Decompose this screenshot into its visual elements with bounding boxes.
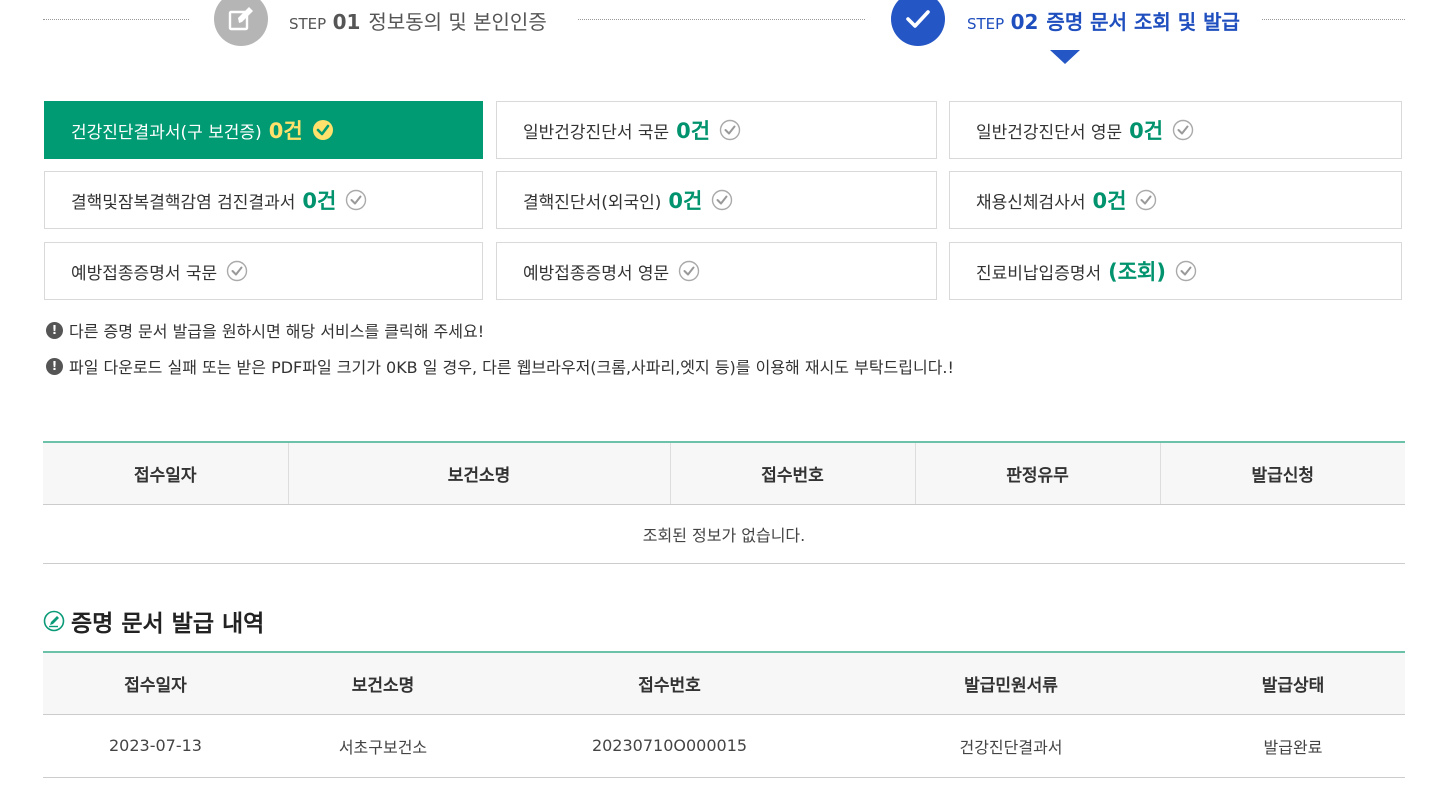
doc-name: 채용신체검사서 (976, 192, 1086, 213)
doc-name: 건강진단결과서(구 보건증) (71, 122, 262, 143)
doc-general-health-kr[interactable]: 일반건강진단서 국문 0건 (496, 101, 937, 159)
step-divider (1262, 19, 1405, 20)
doc-count: 0건 (268, 119, 303, 143)
exclamation-icon: ! (46, 321, 63, 339)
doc-employment-physical[interactable]: 채용신체검사서 0건 (949, 171, 1402, 229)
col-header: 접수번호 (669, 442, 915, 505)
exclamation-icon: ! (46, 357, 63, 375)
check-circle-icon (712, 189, 733, 211)
col-header: 보건소명 (287, 442, 670, 505)
check-circle-icon (1136, 189, 1157, 211)
table-header-row: 접수일자 보건소명 접수번호 발급민원서류 발급상태 (43, 652, 1405, 715)
doc-count: (조회) (1108, 260, 1166, 284)
step-divider (43, 19, 189, 20)
col-header: 판정유무 (914, 442, 1160, 505)
doc-name: 일반건강진단서 국문 (523, 122, 670, 143)
check-circle-icon (719, 119, 741, 141)
col-header: 발급민원서류 (841, 652, 1181, 715)
receipt-number: 20230710O000015 (498, 714, 841, 778)
col-header: 접수일자 (43, 652, 268, 715)
check-circle-icon (346, 189, 367, 211)
check-circle-icon (312, 120, 333, 140)
issue-status: 발급완료 (1181, 714, 1405, 778)
pencil-circle-icon (43, 610, 65, 632)
check-circle-icon (226, 260, 248, 282)
check-icon (891, 0, 945, 46)
doc-count: 0건 (1129, 119, 1164, 143)
document-type: 건강진단결과서 (841, 714, 1181, 778)
col-header: 접수번호 (498, 652, 841, 715)
doc-count: 0건 (1092, 189, 1127, 213)
doc-name: 예방접종증명서 영문 (523, 263, 670, 284)
col-header: 발급상태 (1181, 652, 1405, 715)
col-header: 보건소명 (268, 652, 498, 715)
empty-message: 조회된 정보가 없습니다. (43, 504, 1405, 564)
col-header: 접수일자 (43, 442, 288, 505)
table-header-row: 접수일자 보건소명 접수번호 판정유무 발급신청 (43, 442, 1405, 505)
step-divider (578, 19, 865, 20)
doc-name: 진료비납입증명서 (976, 263, 1102, 284)
notice-click-service: ! 다른 증명 문서 발급을 원하시면 해당 서비스를 클릭해 주세요! (46, 318, 484, 342)
doc-count: 0건 (668, 189, 703, 213)
doc-general-health-en[interactable]: 일반건강진단서 영문 0건 (949, 101, 1402, 159)
doc-name: 일반건강진단서 영문 (976, 122, 1123, 143)
check-circle-icon (1175, 260, 1197, 282)
health-center: 서초구보건소 (268, 714, 498, 778)
doc-count: 0건 (676, 119, 711, 143)
col-header: 발급신청 (1159, 442, 1405, 505)
doc-medical-payment[interactable]: 진료비납입증명서 (조회) (949, 242, 1402, 300)
history-table: 접수일자 보건소명 접수번호 발급민원서류 발급상태 2023-07-13 서초… (43, 651, 1405, 778)
doc-vaccination-en[interactable]: 예방접종증명서 영문 (496, 242, 937, 300)
step-indicator: STEP 01 정보동의 및 본인인증 STEP 02 증명 문서 조회 및 발급 (0, 0, 1430, 70)
doc-name: 결핵진단서(외국인) (523, 192, 662, 213)
check-circle-icon (678, 260, 700, 282)
step1-label: STEP 01 정보동의 및 본인인증 (289, 10, 547, 34)
receipt-date: 2023-07-13 (43, 714, 268, 778)
current-step-caret (1050, 50, 1080, 64)
check-circle-icon (1172, 119, 1194, 141)
notice-download-failure: ! 파일 다운로드 실패 또는 받은 PDF파일 크기가 0KB 일 경우, 다… (46, 354, 954, 378)
doc-name: 결핵및잠복결핵감염 검진결과서 (71, 192, 296, 213)
step2-label: STEP 02 증명 문서 조회 및 발급 (967, 10, 1240, 34)
edit-icon (214, 0, 268, 46)
doc-tuberculosis-screening[interactable]: 결핵및잠복결핵감염 검진결과서 0건 (44, 171, 483, 229)
doc-tuberculosis-foreigner[interactable]: 결핵진단서(외국인) 0건 (496, 171, 937, 229)
doc-name: 예방접종증명서 국문 (71, 263, 218, 284)
section-title: 증명 문서 발급 내역 (43, 604, 264, 638)
table-row: 조회된 정보가 없습니다. (43, 504, 1405, 564)
doc-count: 0건 (302, 189, 337, 213)
doc-health-certificate[interactable]: 건강진단결과서(구 보건증) 0건 (44, 101, 483, 159)
doc-vaccination-kr[interactable]: 예방접종증명서 국문 (44, 242, 483, 300)
table-row[interactable]: 2023-07-13 서초구보건소 20230710O000015 건강진단결과… (43, 714, 1405, 778)
receipt-table: 접수일자 보건소명 접수번호 판정유무 발급신청 조회된 정보가 없습니다. (43, 441, 1405, 564)
